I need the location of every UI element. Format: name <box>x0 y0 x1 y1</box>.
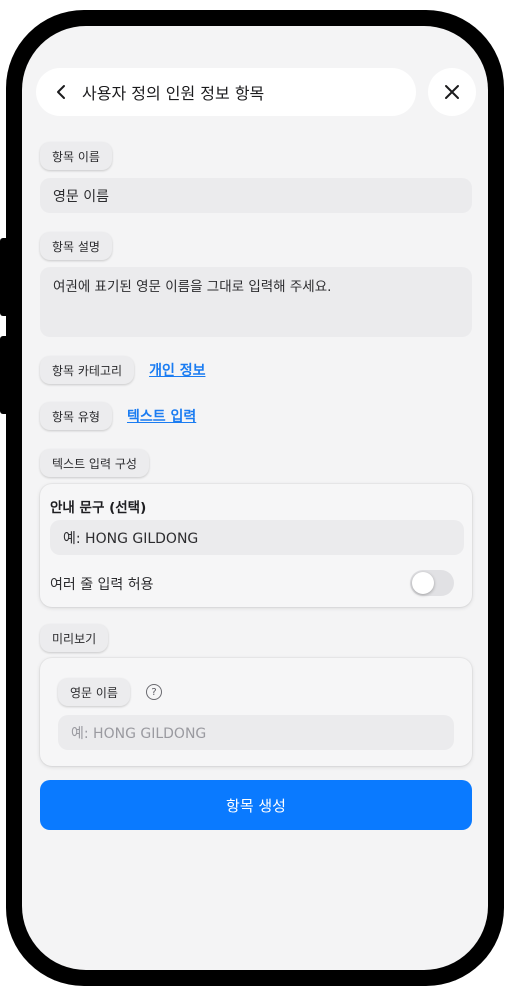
name-field-value: 영문 이름 <box>53 188 109 205</box>
screen: 사용자 정의 인원 정보 항목 항목 이름 영문 이름 항목 설명 여권에 표기… <box>22 26 488 970</box>
close-button[interactable] <box>428 68 476 116</box>
config-label-chip: 텍스트 입력 구성 <box>40 449 149 477</box>
guide-input[interactable]: 예: HONG GILDONG <box>50 520 464 555</box>
preview-input-placeholder: 예: HONG GILDONG <box>71 725 207 742</box>
multiline-toggle[interactable] <box>410 570 454 596</box>
description-field-value: 여권에 표기된 영문 이름을 그대로 입력해 주세요. <box>53 279 332 295</box>
type-label-chip: 항목 유형 <box>40 402 112 430</box>
name-label-chip: 항목 이름 <box>40 142 112 170</box>
create-item-label: 항목 생성 <box>226 796 286 815</box>
close-icon[interactable] <box>444 84 460 100</box>
back-arrow-icon[interactable] <box>52 83 70 101</box>
preview-input[interactable]: 예: HONG GILDONG <box>58 715 454 750</box>
create-item-button[interactable]: 항목 생성 <box>40 780 472 830</box>
type-link[interactable]: 텍스트 입력 <box>127 406 196 426</box>
toggle-knob <box>412 572 434 594</box>
multiline-label: 여러 줄 입력 허용 <box>50 577 154 593</box>
name-field[interactable]: 영문 이름 <box>40 178 472 213</box>
config-panel: 안내 문구 (선택) 예: HONG GILDONG 여러 줄 입력 허용 <box>40 484 472 607</box>
category-link[interactable]: 개인 정보 <box>149 360 205 380</box>
preview-label-chip: 미리보기 <box>40 624 109 652</box>
category-label-chip: 항목 카테고리 <box>40 356 135 384</box>
description-label-chip: 항목 설명 <box>40 232 112 260</box>
help-icon[interactable]: ? <box>145 684 162 700</box>
preview-panel: 영문 이름 ? 예: HONG GILDONG <box>40 658 472 766</box>
guide-input-value: 예: HONG GILDONG <box>63 530 199 547</box>
description-field[interactable]: 여권에 표기된 영문 이름을 그대로 입력해 주세요. <box>40 267 472 337</box>
guide-title: 안내 문구 (선택) <box>50 500 147 516</box>
preview-field-label: 영문 이름 <box>58 678 130 706</box>
header-bar: 사용자 정의 인원 정보 항목 <box>36 68 416 116</box>
page-title: 사용자 정의 인원 정보 항목 <box>82 84 265 103</box>
phone-frame: 사용자 정의 인원 정보 항목 항목 이름 영문 이름 항목 설명 여권에 표기… <box>6 10 504 986</box>
